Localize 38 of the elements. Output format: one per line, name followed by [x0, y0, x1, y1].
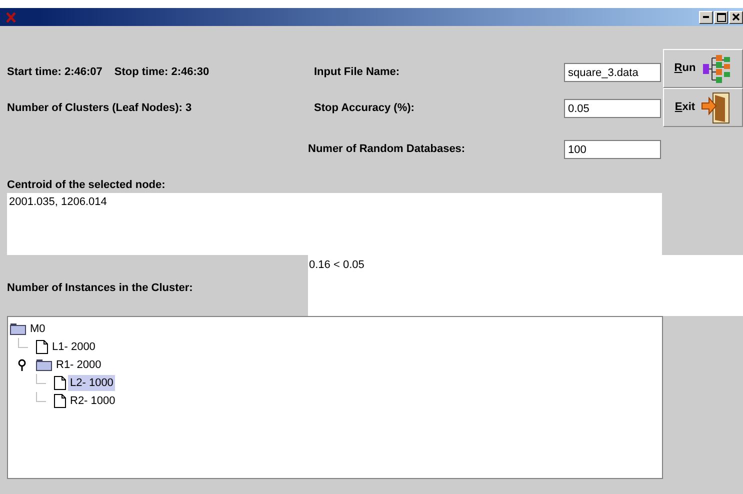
field-label: Numer of Random Databases:: [308, 142, 466, 158]
file-icon: [54, 394, 66, 408]
input-field[interactable]: 0.05: [564, 99, 661, 118]
maximize-button[interactable]: [714, 10, 728, 24]
app-icon: [6, 12, 16, 22]
run-button[interactable]: Run: [663, 49, 743, 88]
close-icon: [732, 13, 740, 21]
minimize-icon: [703, 16, 709, 18]
tree-node[interactable]: R2- 1000: [68, 392, 118, 410]
tree-line: [36, 374, 46, 384]
tree-diagram-icon: [702, 54, 732, 84]
tree-node[interactable]: L2- 1000: [68, 374, 116, 392]
folder-icon: [36, 359, 52, 371]
maximize-icon: [716, 12, 726, 22]
minimize-button[interactable]: [699, 10, 713, 24]
instances-label: Number of Instances in the Cluster:: [7, 281, 193, 296]
centroid-label: Centroid of the selected node:: [7, 178, 166, 192]
exit-door-icon: [701, 92, 732, 124]
result-text: 0.16 < 0.05: [309, 259, 364, 271]
close-button[interactable]: [729, 10, 743, 24]
tree-node[interactable]: R1- 2000: [54, 356, 104, 374]
start-time-label: Start time: 2:46:07: [7, 65, 102, 80]
input-field[interactable]: 100: [564, 140, 661, 159]
stop-time-label: Stop time: 2:46:30: [114, 65, 210, 80]
tree-node[interactable]: L1- 2000: [50, 338, 98, 356]
centroid-text-area[interactable]: 2001.035, 1206.014: [7, 193, 662, 255]
expand-handle-icon[interactable]: [18, 359, 26, 371]
folder-icon: [10, 323, 26, 335]
clusters-label: Number of Clusters (Leaf Nodes): 3: [7, 101, 193, 116]
tree-line: [18, 338, 28, 348]
input-field[interactable]: square_3.data: [564, 63, 661, 82]
field-label: Input File Name:: [313, 65, 401, 80]
file-icon: [54, 376, 66, 390]
file-icon: [36, 340, 48, 354]
field-label: Stop Accuracy (%):: [313, 101, 416, 116]
exit-button[interactable]: Exit: [663, 88, 743, 127]
tree-line: [36, 392, 46, 402]
tree-node[interactable]: M0: [28, 320, 48, 338]
